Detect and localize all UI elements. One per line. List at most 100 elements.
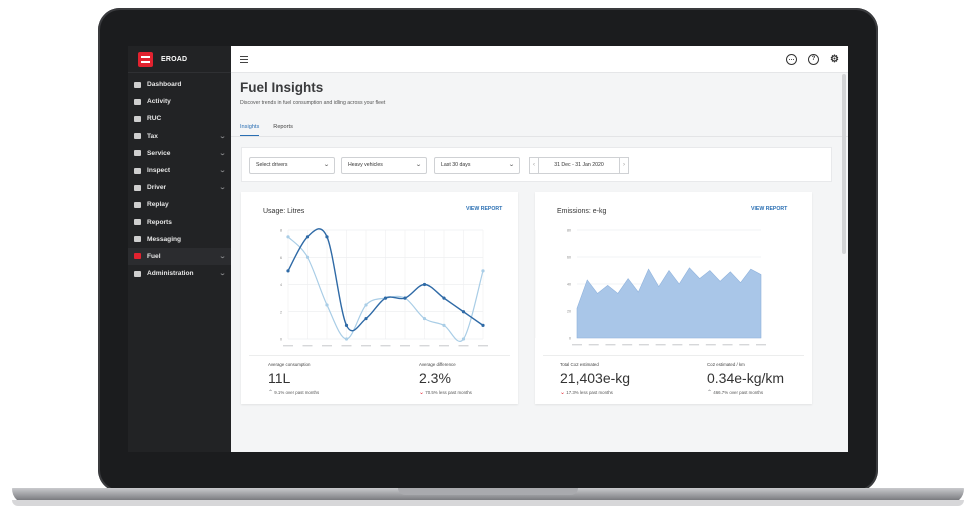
chevron-down-icon: ⌄: [218, 185, 227, 192]
eroad-logo: [138, 51, 153, 67]
x-tick-label: [572, 344, 582, 346]
top-bar: … ? ⚙: [231, 46, 848, 73]
sidebar-item-label: Tax: [147, 132, 158, 140]
chevron-down-icon: ⌄: [218, 271, 227, 278]
ruc-icon: [134, 115, 141, 122]
fuel-icon: [134, 253, 141, 260]
chevron-down-icon: ⌄: [218, 253, 227, 260]
date-range-field[interactable]: 31 Dec - 31 Jan 2020: [539, 157, 619, 174]
brand-name: EROAD: [161, 55, 188, 63]
data-point: [481, 269, 485, 273]
y-tick-label: 40: [567, 283, 571, 287]
drivers-select-value: Select drivers: [256, 162, 288, 168]
x-tick-label: [400, 345, 410, 347]
metric-note-text: 466.7% over past months: [713, 390, 764, 395]
tab-reports[interactable]: Reports: [273, 124, 293, 136]
x-tick-label: [605, 344, 616, 346]
data-point: [442, 323, 446, 327]
data-point: [344, 337, 349, 341]
sidebar-item-label: Reports: [147, 218, 172, 226]
card-divider: [543, 355, 804, 356]
page-title: Fuel Insights: [240, 80, 324, 95]
metric-value: 0.34e-kg/km: [707, 370, 785, 386]
metric-average-difference: Average difference 2.3% ⌄ 70.5% less pas…: [419, 362, 472, 396]
period-select[interactable]: Last 30 days ⌄: [434, 157, 520, 174]
metric-note: ⌄ 17.3% less past months: [560, 389, 630, 396]
sidebar-item-reports[interactable]: Reports: [128, 214, 231, 231]
y-tick-label: 8: [280, 229, 282, 233]
chat-icon[interactable]: …: [786, 54, 797, 65]
emissions-card: Emissions: e-kg VIEW REPORT 80 60 40 20 0 To…: [535, 192, 812, 404]
chevron-down-icon: ⌄: [323, 162, 330, 168]
sidebar-item-label: Activity: [147, 98, 171, 106]
menu-icon[interactable]: [240, 56, 248, 63]
settings-icon[interactable]: ⚙: [829, 54, 840, 65]
tab-insights[interactable]: Insights: [240, 124, 260, 136]
sidebar-item-inspect[interactable]: Inspect ⌄: [128, 162, 231, 179]
sidebar-item-messaging[interactable]: Messaging: [128, 231, 231, 248]
sidebar-item-activity[interactable]: Activity: [128, 93, 231, 110]
sidebar-item-label: Replay: [147, 201, 169, 209]
trend-up-icon: ⌃: [707, 390, 713, 396]
trend-up-icon: ⌃: [268, 390, 274, 396]
metric-value: 2.3%: [419, 370, 451, 386]
sidebar-item-label: Driver: [147, 184, 167, 192]
metric-label: Average difference: [419, 362, 456, 367]
x-tick-label: [361, 345, 371, 347]
x-tick-label: [638, 344, 649, 346]
metric-total-co2: Total Co2 estimated 21,403e-kg ⌄ 17.3% l…: [560, 362, 630, 396]
date-prev-button[interactable]: ‹: [529, 157, 539, 174]
sidebar-nav: Dashboard Activity RUC Tax ⌄ Service ⌄ Inspect ⌄…: [128, 73, 231, 282]
x-tick-label: [439, 345, 449, 347]
y-tick-label: 20: [567, 310, 571, 314]
x-tick-label: [705, 344, 716, 346]
administration-icon: [134, 270, 141, 277]
vehicles-select-value: Heavy vehicles: [348, 162, 383, 168]
sidebar-item-replay[interactable]: Replay: [128, 196, 231, 213]
data-point: [422, 282, 427, 287]
area-series: [576, 267, 762, 339]
sidebar-item-tax[interactable]: Tax ⌄: [128, 128, 231, 145]
brand[interactable]: EROAD: [128, 46, 231, 73]
data-point: [305, 235, 310, 239]
reports-icon: [134, 219, 141, 226]
drivers-select[interactable]: Select drivers ⌄: [249, 157, 335, 174]
sidebar-item-label: RUC: [147, 115, 162, 123]
x-tick-label: [458, 345, 469, 347]
metric-average-consumption: Average consumption 11L ⌃ 9.1% over past…: [268, 362, 319, 396]
metric-value: 11L: [268, 370, 291, 386]
driver-icon: [134, 184, 141, 191]
sidebar-item-label: Messaging: [147, 235, 182, 243]
sidebar-item-label: Fuel: [147, 252, 161, 260]
metric-note: ⌃ 9.1% over past months: [268, 389, 319, 396]
tabs: Insights Reports: [240, 124, 293, 136]
sidebar-item-driver[interactable]: Driver ⌄: [128, 179, 231, 196]
x-tick-label: [419, 345, 430, 347]
tab-divider: [231, 136, 848, 137]
scrollbar[interactable]: [842, 74, 846, 254]
metric-label: Co2 estimated / km: [707, 362, 745, 367]
metric-note-text: 70.5% less past months: [425, 390, 472, 395]
chevron-down-icon: ⌄: [415, 162, 422, 168]
vehicles-select[interactable]: Heavy vehicles ⌄: [341, 157, 427, 174]
x-tick-label: [655, 344, 666, 346]
x-tick-label: [689, 344, 700, 346]
sidebar: EROAD Dashboard Activity RUC Tax ⌄ Service ⌄ In…: [128, 46, 231, 452]
sidebar-item-fuel[interactable]: Fuel ⌄: [128, 247, 231, 266]
laptop-notch: [398, 488, 578, 495]
data-point: [461, 337, 466, 341]
filter-bar: Select drivers ⌄ Heavy vehicles ⌄ Last 3…: [241, 147, 832, 182]
sidebar-item-label: Administration: [147, 270, 194, 278]
sidebar-item-dashboard[interactable]: Dashboard: [128, 76, 231, 93]
page-subtitle: Discover trends in fuel consumption and …: [240, 100, 386, 106]
sidebar-item-service[interactable]: Service ⌄: [128, 145, 231, 162]
laptop-frame: EROAD Dashboard Activity RUC Tax ⌄ Service ⌄ In…: [0, 0, 976, 511]
date-next-button[interactable]: ›: [619, 157, 629, 174]
inspect-icon: [134, 167, 141, 174]
sidebar-item-administration[interactable]: Administration ⌄: [128, 265, 231, 282]
sidebar-item-ruc[interactable]: RUC: [128, 110, 231, 127]
data-point: [286, 235, 290, 239]
x-tick-label: [380, 345, 391, 347]
replay-icon: [134, 201, 141, 208]
help-icon[interactable]: ?: [808, 54, 819, 65]
